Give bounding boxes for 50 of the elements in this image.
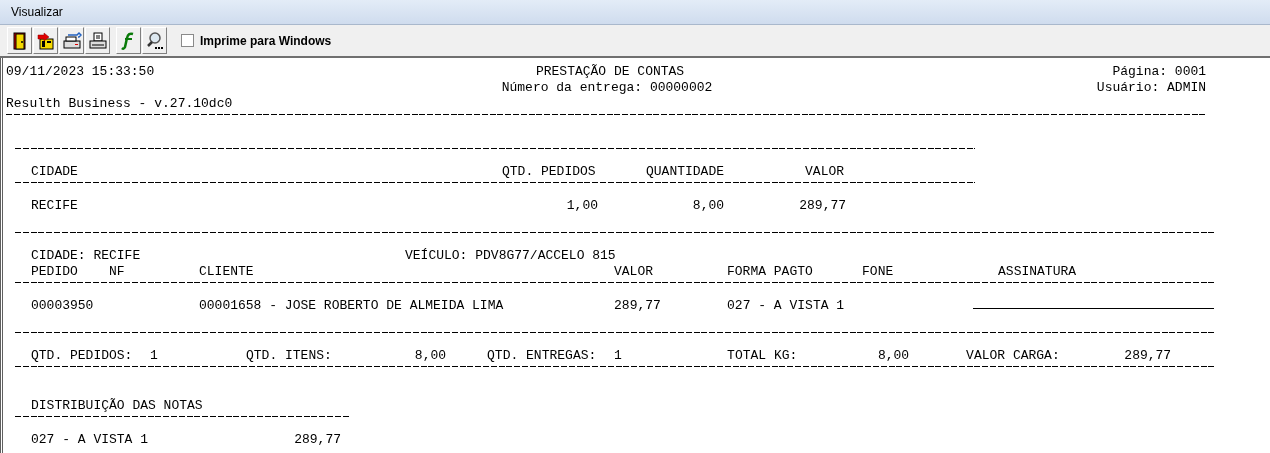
delivery-number: Número da entrega: 00000002 xyxy=(501,80,713,96)
column-header: NF xyxy=(109,264,125,280)
total-value: 289,77 xyxy=(1124,348,1172,364)
column-header: VALOR xyxy=(805,164,845,180)
table-cell: 289,77 xyxy=(294,432,342,448)
total-value: 8,00 xyxy=(877,348,910,364)
system-version: Resulth Business - v.27.10dc0 xyxy=(6,96,233,112)
table-cell: 00003950 xyxy=(31,298,94,314)
document-arrow-icon xyxy=(35,30,56,51)
column-header: QUANTIDADE xyxy=(646,164,725,180)
user-name: Usuário: ADMIN xyxy=(1096,80,1207,96)
column-header: QTD. PEDIDOS xyxy=(502,164,596,180)
table-cell: RECIFE xyxy=(31,198,78,214)
column-header: CIDADE xyxy=(31,164,78,180)
table-cell: 00001658 - JOSE ROBERTO DE ALMEIDA LIMA xyxy=(199,298,504,314)
timestamp: 09/11/2023 15:33:50 xyxy=(6,64,155,80)
table-cell: 027 - A VISTA 1 xyxy=(727,298,845,314)
total-label: QTD. ENTREGAS: xyxy=(487,348,597,364)
page-number: Página: 0001 xyxy=(1112,64,1207,80)
vehicle-label: VEÍCULO: PDV8G77/ACCELO 815 xyxy=(405,248,616,264)
total-value: 1 xyxy=(614,348,622,364)
printer-icon xyxy=(87,30,108,51)
function-button[interactable] xyxy=(116,27,141,54)
table-cell: 289,77 xyxy=(614,298,661,314)
printer-setup-button[interactable] xyxy=(59,27,84,54)
total-label: VALOR CARGA: xyxy=(966,348,1060,364)
table-cell: 027 - A VISTA 1 xyxy=(31,432,149,448)
total-value: 8,00 xyxy=(414,348,447,364)
column-header: FORMA PAGTO xyxy=(727,264,813,280)
column-header: CLIENTE xyxy=(199,264,254,280)
print-to-windows-checkbox[interactable]: Imprime para Windows xyxy=(181,31,332,50)
total-value: 1 xyxy=(150,348,158,364)
report-title: PRESTAÇÃO DE CONTAS xyxy=(535,64,685,80)
exit-button[interactable] xyxy=(7,27,32,54)
table-cell: 1,00 xyxy=(566,198,599,214)
print-button[interactable] xyxy=(85,27,110,54)
total-label: TOTAL KG: xyxy=(727,348,798,364)
total-label: QTD. ITENS: xyxy=(246,348,332,364)
column-header: ASSINATURA xyxy=(998,264,1077,280)
window-title: Visualizar xyxy=(11,4,63,21)
column-header: VALOR xyxy=(614,264,653,280)
city-label: CIDADE: RECIFE xyxy=(31,248,141,264)
table-cell: 8,00 xyxy=(692,198,725,214)
column-header: PEDIDO xyxy=(31,264,78,280)
zoom-button[interactable] xyxy=(142,27,167,54)
export-button[interactable] xyxy=(33,27,58,54)
section-title: DISTRIBUIÇÃO DAS NOTAS xyxy=(31,398,203,414)
table-cell: 289,77 xyxy=(799,198,847,214)
total-label: QTD. PEDIDOS: xyxy=(31,348,133,364)
column-header: FONE xyxy=(862,264,894,280)
